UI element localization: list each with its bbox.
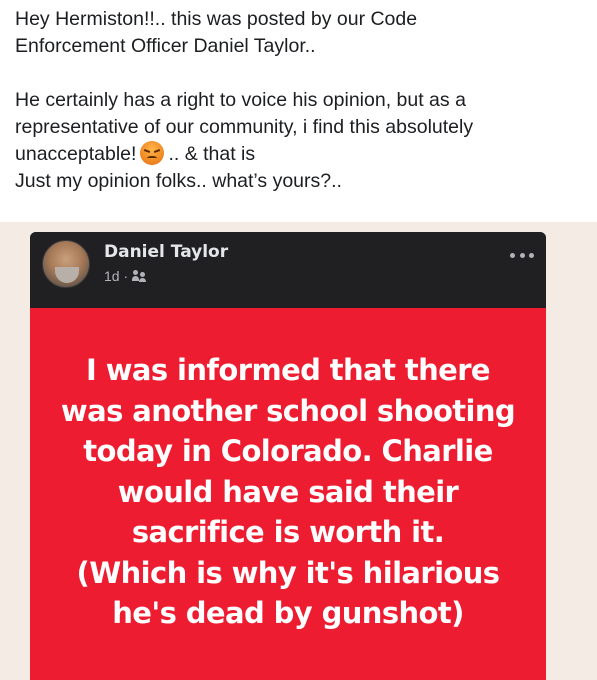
post-line: representative of our community, i find … — [15, 116, 474, 138]
post-line: Hey Hermiston!!.. this was posted by our… — [15, 8, 418, 30]
message-line: would have said their — [117, 474, 459, 509]
message-line: today in Colorado. Charlie — [83, 434, 493, 468]
text-post-message: I was informed that there was another sc… — [30, 350, 546, 634]
angry-face-emoji-icon — [140, 141, 165, 165]
post-line: Enforcement Officer Daniel Taylor.. — [15, 35, 316, 57]
shared-post-card: Daniel Taylor 1d · I was informed that t… — [30, 232, 546, 680]
message-line: was another school shooting — [60, 393, 516, 428]
more-options-icon[interactable] — [510, 250, 534, 260]
message-line: I was informed that there — [86, 353, 491, 387]
post-line: Just my opinion folks.. what’s yours?.. — [15, 170, 342, 192]
message-line: (Which is why it's hilarious — [76, 555, 501, 590]
shared-screenshot[interactable]: Daniel Taylor 1d · I was informed that t… — [0, 222, 597, 680]
post-line-text: .. & that is — [168, 143, 256, 165]
avatar[interactable] — [42, 240, 90, 288]
text-post-background: I was informed that there was another sc… — [30, 308, 546, 680]
shared-post-header: Daniel Taylor 1d · — [30, 232, 546, 308]
post-line: He certainly has a right to voice his op… — [15, 89, 466, 111]
message-line: he's dead by gunshot) — [112, 596, 464, 630]
post-body: Hey Hermiston!!.. this was posted by our… — [15, 6, 590, 195]
post-time[interactable]: 1d · — [104, 268, 128, 284]
message-line: sacrifice is worth it. — [131, 515, 445, 549]
post-meta: 1d · — [104, 268, 148, 284]
friends-icon — [132, 270, 148, 282]
post-line-text: unacceptable! — [15, 143, 137, 165]
author-name[interactable]: Daniel Taylor — [104, 242, 228, 262]
post-line: unacceptable! .. & that is — [15, 141, 590, 168]
